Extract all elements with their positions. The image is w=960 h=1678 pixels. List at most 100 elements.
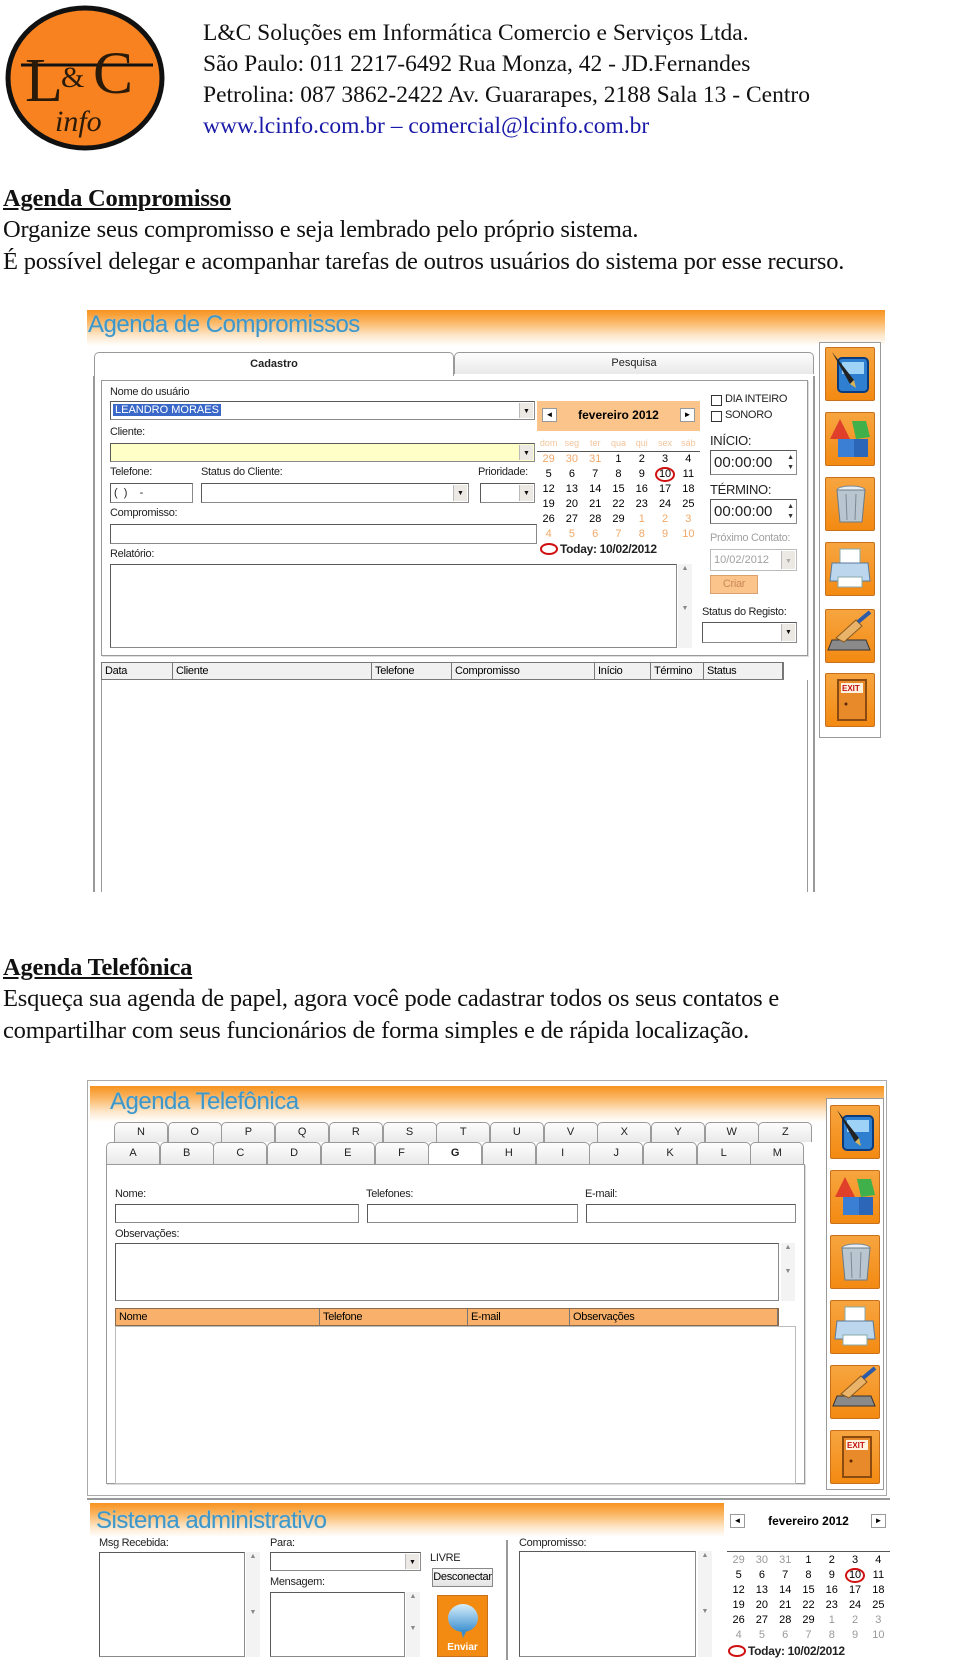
clear-brush-button[interactable] [825,609,875,663]
calendar-day[interactable]: 16 [630,482,653,497]
calendar-day-other-month[interactable]: 10 [867,1628,890,1643]
calendar-day-other-month[interactable]: 6 [774,1628,797,1643]
tab-letter-h[interactable]: H [481,1142,536,1164]
calendar-day[interactable]: 4 [867,1553,890,1568]
calendar-day[interactable]: 24 [843,1598,866,1613]
tab-letter-q[interactable]: Q [275,1122,330,1142]
admin-appointment-scrollbar[interactable]: ▲ ▼ [698,1551,712,1657]
client-status-select[interactable]: ▼ [201,483,469,503]
tab-letter-v[interactable]: V [543,1122,598,1142]
calendar-day[interactable]: 22 [797,1598,820,1613]
calendar-day-other-month[interactable]: 4 [727,1628,750,1643]
calendar-day[interactable]: 4 [677,452,700,467]
calendar-prev-icon[interactable]: ◄ [730,1514,745,1528]
calendar-day[interactable]: 25 [867,1598,890,1613]
tab-cadastro[interactable]: Cadastro [94,352,454,376]
calendar-day[interactable]: 12 [727,1583,750,1598]
calendar-day-other-month[interactable]: 7 [607,527,630,542]
chevron-down-icon[interactable]: ▼ [405,1554,419,1569]
calendar-day-selected[interactable]: 10 [655,467,675,482]
calendar-day-other-month[interactable]: 29 [537,452,560,467]
calendar-next-icon[interactable]: ► [871,1514,886,1528]
disconnect-button[interactable]: Desconectar [432,1568,493,1587]
calendar-day[interactable]: 16 [820,1583,843,1598]
calendar-day[interactable]: 2 [820,1553,843,1568]
tab-letter-u[interactable]: U [489,1122,544,1142]
calendar-day[interactable]: 1 [797,1553,820,1568]
end-time-input[interactable]: 00:00:00 ▲ ▼ [710,499,797,524]
chevron-down-icon[interactable]: ▼ [519,445,533,460]
trash-button[interactable] [825,477,875,531]
calendar-day[interactable]: 15 [607,482,630,497]
column-header[interactable]: Término [651,663,704,679]
send-button[interactable]: Enviar [437,1595,488,1657]
calendar-day[interactable]: 8 [797,1568,820,1583]
calendar-day-other-month[interactable]: 1 [820,1613,843,1628]
tab-letter-s[interactable]: S [382,1122,437,1142]
notes-textarea[interactable] [115,1243,779,1301]
calendar-day[interactable]: 11 [677,467,700,482]
calendar-day-other-month[interactable]: 5 [560,527,583,542]
calendar-day[interactable]: 9 [630,467,653,482]
chevron-down-icon[interactable]: ▼ [519,403,533,418]
message-textarea[interactable] [270,1592,405,1657]
calendar-day-other-month[interactable]: 31 [774,1553,797,1568]
tab-letter-t[interactable]: T [436,1122,491,1142]
tab-letter-n[interactable]: N [114,1122,168,1142]
tab-letter-w[interactable]: W [704,1122,759,1142]
phones-input[interactable] [367,1204,578,1223]
phone-input[interactable]: ( ) - [110,483,193,503]
appointment-input[interactable] [110,524,537,544]
calendar-day[interactable]: 9 [820,1568,843,1583]
calendar-day-other-month[interactable]: 8 [820,1628,843,1643]
calendar-day-other-month[interactable]: 30 [560,452,583,467]
calendar-day[interactable]: 8 [607,467,630,482]
next-contact-date[interactable]: 10/02/2012 ▼ [710,549,797,571]
column-header[interactable]: E-mail [468,1309,570,1325]
report-textarea[interactable] [110,564,677,648]
admin-calendar-today[interactable]: Today: 10/02/2012 [748,1644,845,1658]
tab-letter-z[interactable]: Z [758,1122,813,1142]
calendar-day[interactable]: 29 [797,1613,820,1628]
calendar-day-other-month[interactable]: 2 [843,1613,866,1628]
chevron-down-icon[interactable]: ▼ [781,551,795,569]
message-scrollbar[interactable]: ▲ ▼ [406,1592,420,1657]
calendar-day[interactable]: 6 [560,467,583,482]
all-day-checkbox[interactable] [711,395,722,406]
calendar-day[interactable]: 20 [750,1598,773,1613]
to-select[interactable]: ▼ [270,1552,421,1571]
calendar-day[interactable]: 20 [560,497,583,512]
column-header[interactable]: Observações [570,1309,778,1325]
calendar-day[interactable]: 2 [630,452,653,467]
column-header[interactable]: Status [704,663,783,679]
tab-letter-j[interactable]: J [589,1142,644,1164]
edit-pen-button[interactable] [830,1105,880,1159]
calendar-day-other-month[interactable]: 3 [677,512,700,527]
calendar-day[interactable]: 12 [537,482,560,497]
calendar-day[interactable]: 26 [537,512,560,527]
tab-letter-d[interactable]: D [267,1142,322,1164]
calendar-day[interactable]: 5 [727,1568,750,1583]
calendar-day-other-month[interactable]: 3 [867,1613,890,1628]
column-header[interactable]: Nome [116,1309,320,1325]
calendar-day[interactable]: 28 [584,512,607,527]
calendar-day-other-month[interactable]: 2 [653,512,676,527]
tab-letter-a[interactable]: A [106,1142,160,1164]
spinner-icon[interactable]: ▲ ▼ [787,452,794,472]
tab-letter-o[interactable]: O [167,1122,222,1142]
email-link[interactable]: comercial@lcinfo.com.br [408,113,649,139]
calendar-day[interactable]: 3 [843,1553,866,1568]
calendar-next-icon[interactable]: ► [680,408,695,422]
chevron-down-icon[interactable]: ▼ [453,485,467,501]
calendar-day-other-month[interactable]: 7 [797,1628,820,1643]
new-shapes-button[interactable] [825,412,875,466]
calendar-day[interactable]: 11 [867,1568,890,1583]
exit-door-button[interactable]: EXIT [825,673,875,727]
column-header[interactable]: Início [595,663,651,679]
chevron-down-icon[interactable]: ▼ [781,624,795,641]
calendar-day[interactable]: 7 [774,1568,797,1583]
calendar-day[interactable]: 14 [584,482,607,497]
calendar-day[interactable]: 14 [774,1583,797,1598]
calendar-day-other-month[interactable]: 30 [750,1553,773,1568]
calendar-day[interactable]: 28 [774,1613,797,1628]
